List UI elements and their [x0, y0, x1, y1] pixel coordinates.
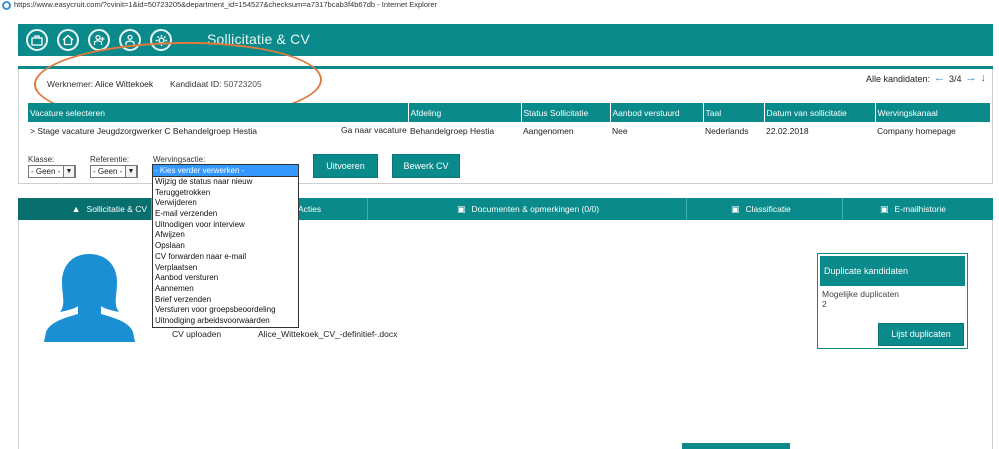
tab-label: Sollicitatie & CV [86, 204, 147, 214]
internet-explorer-icon [2, 1, 11, 10]
add-person-icon[interactable] [88, 29, 110, 51]
document-icon: ▣ [880, 204, 889, 214]
referentie-select[interactable]: - Geen - ▼ [90, 165, 138, 178]
action-option[interactable]: Aanbod versturen [153, 273, 298, 284]
execute-button[interactable]: Uitvoeren [313, 154, 378, 178]
column-header: Datum van sollicitatie [764, 103, 876, 122]
action-option[interactable]: Afwijzen [153, 230, 298, 241]
chevron-down-icon[interactable]: ▼ [125, 165, 137, 178]
pager-label: Alle kandidaten: [865, 73, 930, 84]
avatar [44, 254, 135, 342]
action-option[interactable]: Opslaan [153, 241, 298, 252]
browser-titlebar: https://www.easycruit.com/?cvinit=1&id=5… [0, 0, 999, 13]
chevron-down-icon[interactable]: ▼ [63, 165, 75, 178]
tab-label: E-mailhistorie [894, 204, 947, 214]
duplicates-title: Duplicate kandidaten [820, 256, 965, 286]
department-cell: Behandelgroep Hestia [410, 126, 495, 136]
vacancy-cell: > Stage vacature Jeugdzorgwerker C Behan… [28, 122, 408, 140]
tab-email-history[interactable]: ▣ E-mailhistorie [843, 198, 993, 220]
recruitment-action-selected: - Kies verder verwerken - [155, 166, 245, 175]
previous-arrow-icon[interactable]: ← [934, 73, 945, 84]
card-accent-line [18, 66, 993, 69]
recruitment-action-options: Wijzig de status naar nieuw Teruggetrokk… [152, 176, 299, 328]
tab-application-cv[interactable]: ▲ Sollicitatie & CV [18, 198, 152, 220]
vacancy-table: Vacature selecteren Afdeling Status Soll… [28, 103, 991, 140]
table-header-row: Vacature selecteren Afdeling Status Soll… [28, 103, 991, 122]
settings-icon[interactable] [150, 29, 172, 51]
list-duplicates-button[interactable]: Lijst duplicaten [878, 323, 964, 346]
wervingsactie-label: Wervingsactie: [153, 155, 206, 164]
pager-position: 3/4 [948, 73, 962, 84]
status-cell: Aangenomen [523, 126, 574, 136]
klasse-value: - Geen - [31, 167, 61, 176]
column-header: Aanbod verstuurd [610, 103, 704, 122]
klasse-label: Klasse: [28, 155, 55, 164]
tab-documents[interactable]: ▣ Documenten & opmerkingen (0/0) [368, 198, 687, 220]
action-option[interactable]: Uitnodiging arbeidsvoorwaarden [153, 316, 298, 327]
app-header: Sollicitatie & CV [18, 24, 993, 56]
shirt-icon: ▲ [71, 204, 81, 214]
tab-label: Classificatie [745, 204, 791, 214]
candidate-id-value: 50723205 [223, 79, 262, 89]
candidate-pager: Alle kandidaten: ← 3/4 → ↓ [866, 73, 986, 84]
action-option[interactable]: Wijzig de status naar nieuw [153, 177, 298, 188]
employee-info: Werknemer: Alice Wittekoek [47, 79, 153, 89]
klasse-select[interactable]: - Geen - ▼ [28, 165, 76, 178]
cv-upload-label: CV uploaden [172, 329, 222, 339]
channel-cell: Company homepage [877, 126, 956, 136]
action-option[interactable]: E-mail verzenden [153, 209, 298, 220]
tab-label: Documenten & opmerkingen (0/0) [471, 204, 600, 214]
table-row: > Stage vacature Jeugdzorgwerker C Behan… [28, 122, 990, 140]
offer-sent-cell: Nee [612, 126, 628, 136]
employee-label: Werknemer: [47, 79, 94, 89]
action-option[interactable]: Versturen voor groepsbeoordeling [153, 305, 298, 316]
column-header: Afdeling [408, 103, 522, 122]
next-arrow-icon[interactable]: → [966, 73, 977, 84]
cv-filename-link[interactable]: Alice_Wittekoek_CV_-definitief-.docx [258, 329, 397, 339]
vacancy-name[interactable]: > Stage vacature Jeugdzorgwerker C Behan… [30, 126, 257, 136]
page-title: Sollicitatie & CV [207, 31, 310, 47]
action-option[interactable]: Brief verzenden [153, 295, 298, 306]
action-option[interactable]: Aannemen [153, 284, 298, 295]
action-option[interactable]: Verplaatsen [153, 263, 298, 274]
column-header: Wervingskanaal [875, 103, 991, 122]
action-option[interactable]: CV forwarden naar e-mail [153, 252, 298, 263]
down-arrow-icon[interactable]: ↓ [981, 73, 987, 84]
referentie-value: - Geen - [93, 167, 123, 176]
possible-duplicates-label: Mogelijke duplicaten [822, 289, 900, 299]
column-header: Status Sollicitatie [521, 103, 611, 122]
tab-classification[interactable]: ▣ Classificatie [687, 198, 843, 220]
column-header: Taal [703, 103, 765, 122]
document-icon: ▣ [731, 204, 740, 214]
referentie-label: Referentie: [90, 155, 130, 164]
action-option[interactable]: Verwijderen [153, 198, 298, 209]
date-cell: 22.02.2018 [766, 126, 809, 136]
bottom-action-button[interactable] [682, 443, 790, 449]
document-icon: ▣ [457, 204, 466, 214]
candidate-id-info: Kandidaat ID: 50723205 [170, 79, 262, 89]
bag-icon[interactable] [26, 29, 48, 51]
action-option[interactable]: Uitnodigen voor interview [153, 220, 298, 231]
employee-name: Alice Wittekoek [95, 79, 154, 89]
go-to-vacancy-link[interactable]: Ga naar vacature [341, 125, 407, 135]
language-cell: Nederlands [705, 126, 749, 136]
possible-duplicates-count: 2 [822, 299, 827, 309]
edit-cv-button[interactable]: Bewerk CV [392, 154, 460, 178]
candidate-id-label: Kandidaat ID: [170, 79, 222, 89]
tab-label: Acties [298, 204, 322, 214]
action-option[interactable]: Teruggetrokken [153, 188, 298, 199]
duplicates-panel: Duplicate kandidaten Mogelijke duplicate… [817, 253, 968, 349]
column-header[interactable]: Vacature selecteren [28, 103, 409, 122]
home-icon[interactable] [57, 29, 79, 51]
window-title: https://www.easycruit.com/?cvinit=1&id=5… [14, 0, 438, 9]
people-icon[interactable] [119, 29, 141, 51]
